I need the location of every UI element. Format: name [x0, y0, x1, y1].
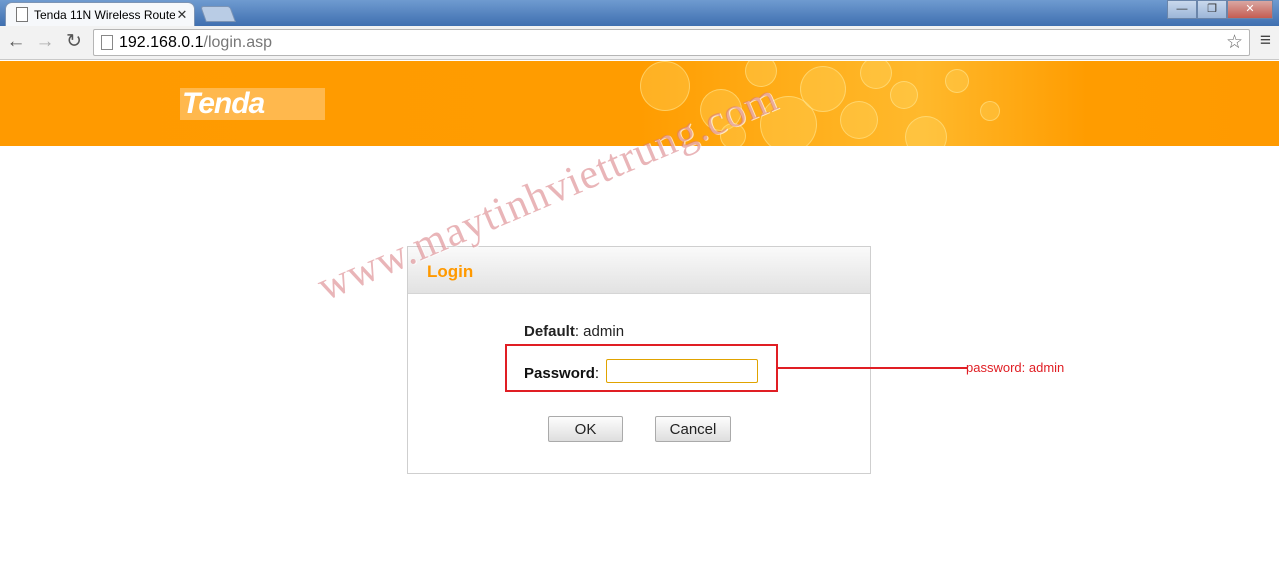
decor-bubble: [905, 116, 947, 146]
browser-tabstrip: Tenda 11N Wireless Route ✕ — ❐ ✕: [0, 0, 1279, 26]
decor-bubble: [640, 61, 690, 111]
forward-icon[interactable]: →: [33, 30, 57, 54]
annotation-highlight-box: [505, 344, 778, 392]
close-tab-icon[interactable]: ✕: [175, 7, 189, 23]
decor-bubble: [980, 101, 1000, 121]
ok-button[interactable]: OK: [548, 416, 623, 442]
decor-bubble: [890, 81, 918, 109]
browser-tab[interactable]: Tenda 11N Wireless Route ✕: [6, 3, 194, 26]
address-bar[interactable]: 192.168.0.1/login.asp ☆: [93, 29, 1250, 56]
bookmark-star-icon[interactable]: ☆: [1226, 30, 1243, 55]
default-label: Default: [524, 323, 575, 340]
page-icon: [101, 35, 113, 50]
default-hint: Default: admin: [524, 323, 624, 340]
cancel-button[interactable]: Cancel: [655, 416, 731, 442]
decor-bubble: [945, 69, 969, 93]
decor-bubble: [800, 66, 846, 112]
annotation-note: password: admin: [966, 360, 1065, 375]
maximize-button[interactable]: ❐: [1197, 0, 1227, 19]
url-text[interactable]: 192.168.0.1/login.asp: [119, 30, 272, 55]
annotation-pointer-line: [777, 367, 967, 369]
decor-bubble: [860, 61, 892, 89]
default-value: : admin: [574, 323, 625, 340]
page-icon: [16, 7, 28, 22]
reload-icon[interactable]: ↻: [62, 30, 86, 54]
browser-toolbar: ← → ↻ 192.168.0.1/login.asp ☆ ≡: [0, 26, 1279, 60]
tab-title: Tenda 11N Wireless Route: [34, 7, 175, 22]
back-icon[interactable]: ←: [4, 30, 28, 54]
tenda-logo: Tenda: [180, 88, 325, 120]
minimize-button[interactable]: —: [1167, 0, 1197, 19]
new-tab-button[interactable]: [200, 6, 236, 22]
login-header: Login: [408, 247, 870, 294]
decor-bubble: [840, 101, 878, 139]
window-controls: — ❐ ✕: [1167, 0, 1273, 19]
menu-icon[interactable]: ≡: [1260, 30, 1271, 52]
close-window-button[interactable]: ✕: [1227, 0, 1273, 19]
